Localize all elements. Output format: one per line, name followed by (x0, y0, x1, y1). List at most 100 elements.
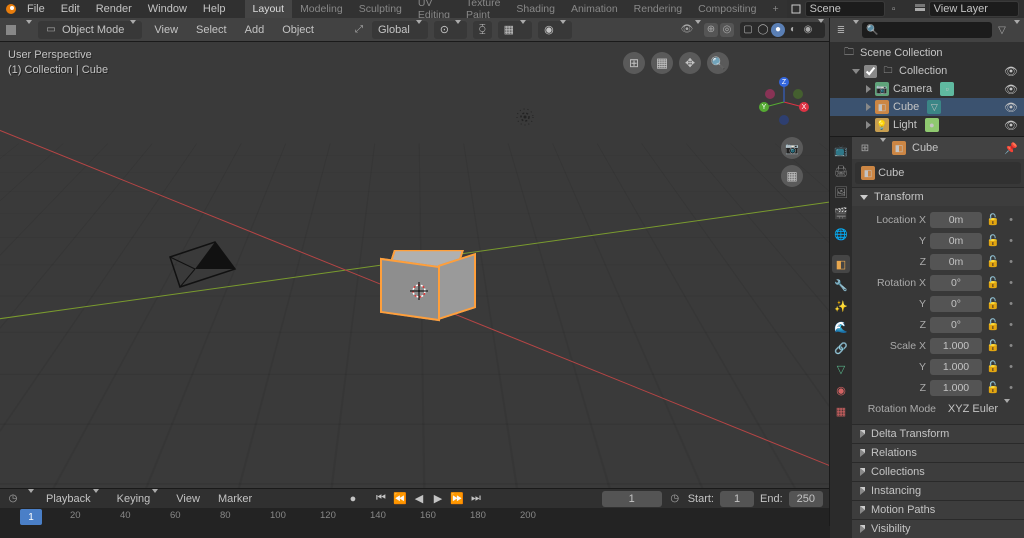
tab-material[interactable]: ◉ (832, 381, 850, 399)
play-button[interactable]: ▶ (429, 491, 447, 507)
keyframe-prev-button[interactable]: ⏪ (391, 491, 409, 507)
workspace-tab-sculpting[interactable]: Sculpting (351, 0, 410, 18)
light-object[interactable] (510, 102, 540, 132)
viewport-menu-object[interactable]: Object (276, 22, 320, 38)
camera-toggle-icon[interactable]: 📷 (781, 137, 803, 159)
workspace-tab-modeling[interactable]: Modeling (292, 0, 351, 18)
panel-relations-header[interactable]: Relations (852, 443, 1024, 462)
overlay-toggle[interactable]: ◎ (720, 23, 734, 37)
camera-view-icon[interactable]: ▦ (651, 52, 673, 74)
orientation-selector[interactable]: Global (372, 21, 428, 39)
panel-instancing-header[interactable]: Instancing (852, 481, 1024, 500)
timeline-scrubber[interactable]: 1 20406080100120140160180200 (0, 508, 829, 526)
pivot-selector[interactable]: ⊙ (434, 21, 467, 39)
outliner-editor-icon[interactable]: ≣ (834, 23, 848, 37)
visibility-selector[interactable]: 👁 (684, 23, 698, 37)
end-frame-field[interactable]: 250 (789, 491, 823, 507)
location-x-field[interactable]: 0m (930, 212, 982, 228)
scene-selector[interactable]: Scene (805, 1, 885, 17)
rotation-x-field[interactable]: 0° (930, 275, 982, 291)
scale-z-field[interactable]: 1.000 (930, 380, 982, 396)
visibility-toggle[interactable]: 👁 (1004, 83, 1018, 96)
timeline-menu-playback[interactable]: Playback (40, 491, 105, 507)
collection-checkbox[interactable] (864, 65, 877, 78)
current-frame-field[interactable]: 1 (602, 491, 662, 507)
tab-viewlayer[interactable]: 🖼 (832, 183, 850, 201)
visibility-toggle[interactable]: 👁 (1004, 119, 1018, 132)
shading-material[interactable]: ◐ (786, 23, 800, 37)
camera-object[interactable] (160, 237, 240, 292)
mode-selector[interactable]: ▭ Object Mode (38, 21, 142, 39)
shading-solid[interactable]: ● (771, 23, 785, 37)
start-frame-field[interactable]: 1 (720, 491, 754, 507)
snap-toggle[interactable]: ⧲ (473, 21, 492, 39)
visibility-toggle[interactable]: 👁 (1004, 101, 1018, 114)
panel-motion paths-header[interactable]: Motion Paths (852, 500, 1024, 519)
scale-y-field[interactable]: 1.000 (930, 359, 982, 375)
zoom-icon[interactable]: ⊞ (623, 52, 645, 74)
proportional-edit-toggle[interactable]: ◉ (538, 21, 572, 39)
viewport-menu-view[interactable]: View (148, 22, 184, 38)
shading-rendered[interactable]: ◉ (801, 23, 815, 37)
panel-visibility-header[interactable]: Visibility (852, 519, 1024, 538)
tab-constraints[interactable]: 🔗 (832, 339, 850, 357)
pin-button[interactable]: 📌 (1004, 142, 1018, 155)
tab-world[interactable]: 🌐 (832, 225, 850, 243)
timeline-menu-keying[interactable]: Keying (111, 491, 165, 507)
shading-wireframe[interactable]: ◯ (756, 23, 770, 37)
filter-button[interactable]: ▽ (995, 23, 1009, 37)
keyframe-next-button[interactable]: ⏩ (448, 491, 466, 507)
menu-render[interactable]: Render (89, 1, 139, 17)
xray-toggle[interactable]: ▢ (741, 23, 755, 37)
panel-transform-header[interactable]: Transform (852, 187, 1024, 206)
menu-file[interactable]: File (20, 1, 52, 17)
tab-mesh[interactable]: ▽ (832, 360, 850, 378)
location-z-field[interactable]: 0m (930, 254, 982, 270)
viewlayer-selector[interactable]: View Layer (929, 1, 1019, 17)
timeline-menu-view[interactable]: View (170, 491, 206, 507)
jump-end-button[interactable]: ⏭ (467, 491, 485, 507)
outliner-collection[interactable]: 🗀 Collection 👁 (830, 62, 1024, 80)
new-scene-button[interactable]: ▫ (887, 2, 901, 16)
rotation-y-field[interactable]: 0° (930, 296, 982, 312)
workspace-tab-rendering[interactable]: Rendering (626, 0, 690, 18)
outliner-item-camera[interactable]: 📷 Camera ▫ 👁 (830, 80, 1024, 98)
decorator-icon[interactable]: • (1004, 212, 1018, 228)
tab-object[interactable]: ◧ (832, 255, 850, 273)
workspace-tab-compositing[interactable]: Compositing (690, 0, 764, 18)
rotation-z-field[interactable]: 0° (930, 317, 982, 333)
autokey-toggle[interactable]: ● (344, 491, 362, 507)
visibility-toggle[interactable]: 👁 (1004, 65, 1018, 78)
tab-physics[interactable]: 🌊 (832, 318, 850, 336)
gizmo-toggle[interactable]: ⊕ (704, 23, 718, 37)
workspace-tab-animation[interactable]: Animation (563, 0, 626, 18)
panel-delta transform-header[interactable]: Delta Transform (852, 424, 1024, 443)
workspace-tab-layout[interactable]: Layout (245, 0, 293, 18)
workspace-add-button[interactable]: + (765, 0, 787, 18)
editor-type-icon[interactable] (4, 23, 18, 37)
scale-x-field[interactable]: 1.000 (930, 338, 982, 354)
outliner-item-cube[interactable]: ◧ Cube ▽ 👁 (830, 98, 1024, 116)
lock-icon[interactable]: 🔓 (986, 212, 1000, 228)
new-viewlayer-button[interactable]: ▫ (1021, 2, 1024, 16)
snap-selector[interactable]: ▦ (498, 21, 532, 39)
tab-particles[interactable]: ✨ (832, 297, 850, 315)
jump-start-button[interactable]: ⏮ (372, 491, 390, 507)
rotation-mode-selector[interactable]: XYZ Euler (940, 400, 1018, 418)
panel-collections-header[interactable]: Collections (852, 462, 1024, 481)
tab-modifiers[interactable]: 🔧 (832, 276, 850, 294)
object-name-field[interactable]: ◧ Cube (855, 162, 1021, 184)
zoom-magnify-icon[interactable]: 🔍 (707, 52, 729, 74)
workspace-tab-shading[interactable]: Shading (508, 0, 563, 18)
tab-output[interactable]: 🖨 (832, 162, 850, 180)
timeline-editor-icon[interactable]: ◷ (6, 492, 20, 506)
viewport-menu-select[interactable]: Select (190, 22, 233, 38)
prop-editor-icon[interactable]: ⊞ (858, 141, 872, 155)
outliner-search[interactable]: 🔍 (862, 22, 992, 38)
menu-window[interactable]: Window (141, 1, 194, 17)
tab-texture[interactable]: ▦ (832, 402, 850, 420)
3d-viewport[interactable]: User Perspective (1) Collection | Cube X… (0, 42, 829, 488)
menu-edit[interactable]: Edit (54, 1, 87, 17)
play-reverse-button[interactable]: ◀ (410, 491, 428, 507)
tab-scene[interactable]: 🎬 (832, 204, 850, 222)
